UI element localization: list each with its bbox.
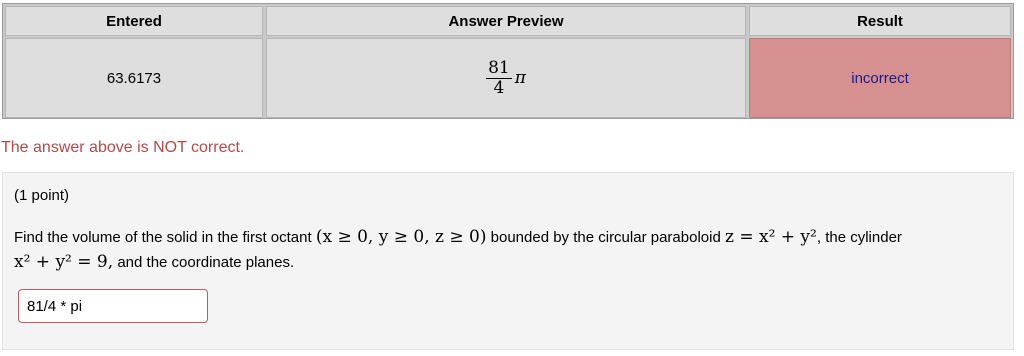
preview-numerator: 81 bbox=[486, 57, 512, 79]
incorrect-message: The answer above is NOT correct. bbox=[1, 139, 245, 156]
problem-points: (1 point) bbox=[14, 187, 70, 204]
octant-condition: (x ≥ 0, y ≥ 0, z ≥ 0) bbox=[315, 227, 487, 247]
preview-denominator: 4 bbox=[493, 77, 505, 98]
problem-text-3: , the cylinder bbox=[816, 229, 902, 246]
preview-pi-symbol: π bbox=[514, 68, 526, 88]
cylinder-equation: x² + y² = 9, bbox=[14, 252, 114, 272]
result-cell: incorrect bbox=[749, 38, 1011, 118]
header-answer-preview: Answer Preview bbox=[266, 6, 746, 36]
result-status: incorrect bbox=[851, 69, 909, 87]
problem-panel: (1 point) Find the volume of the solid i… bbox=[2, 172, 1014, 350]
answer-input[interactable] bbox=[18, 289, 208, 323]
paraboloid-equation: z = x² + y² bbox=[724, 227, 817, 247]
entered-value: 63.6173 bbox=[5, 38, 263, 118]
problem-text-2: bounded by the circular paraboloid bbox=[490, 229, 721, 246]
results-table: Entered Answer Preview Result 63.6173 81… bbox=[2, 3, 1014, 119]
preview-fraction: 81 4 π bbox=[486, 57, 526, 98]
problem-text-1: Find the volume of the solid in the firs… bbox=[14, 229, 312, 246]
problem-text-4: and the coordinate planes. bbox=[117, 254, 295, 271]
header-entered: Entered bbox=[5, 6, 263, 36]
header-result: Result bbox=[749, 6, 1011, 36]
problem-statement: Find the volume of the solid in the firs… bbox=[14, 225, 994, 275]
answer-preview: 81 4 π bbox=[266, 38, 746, 118]
